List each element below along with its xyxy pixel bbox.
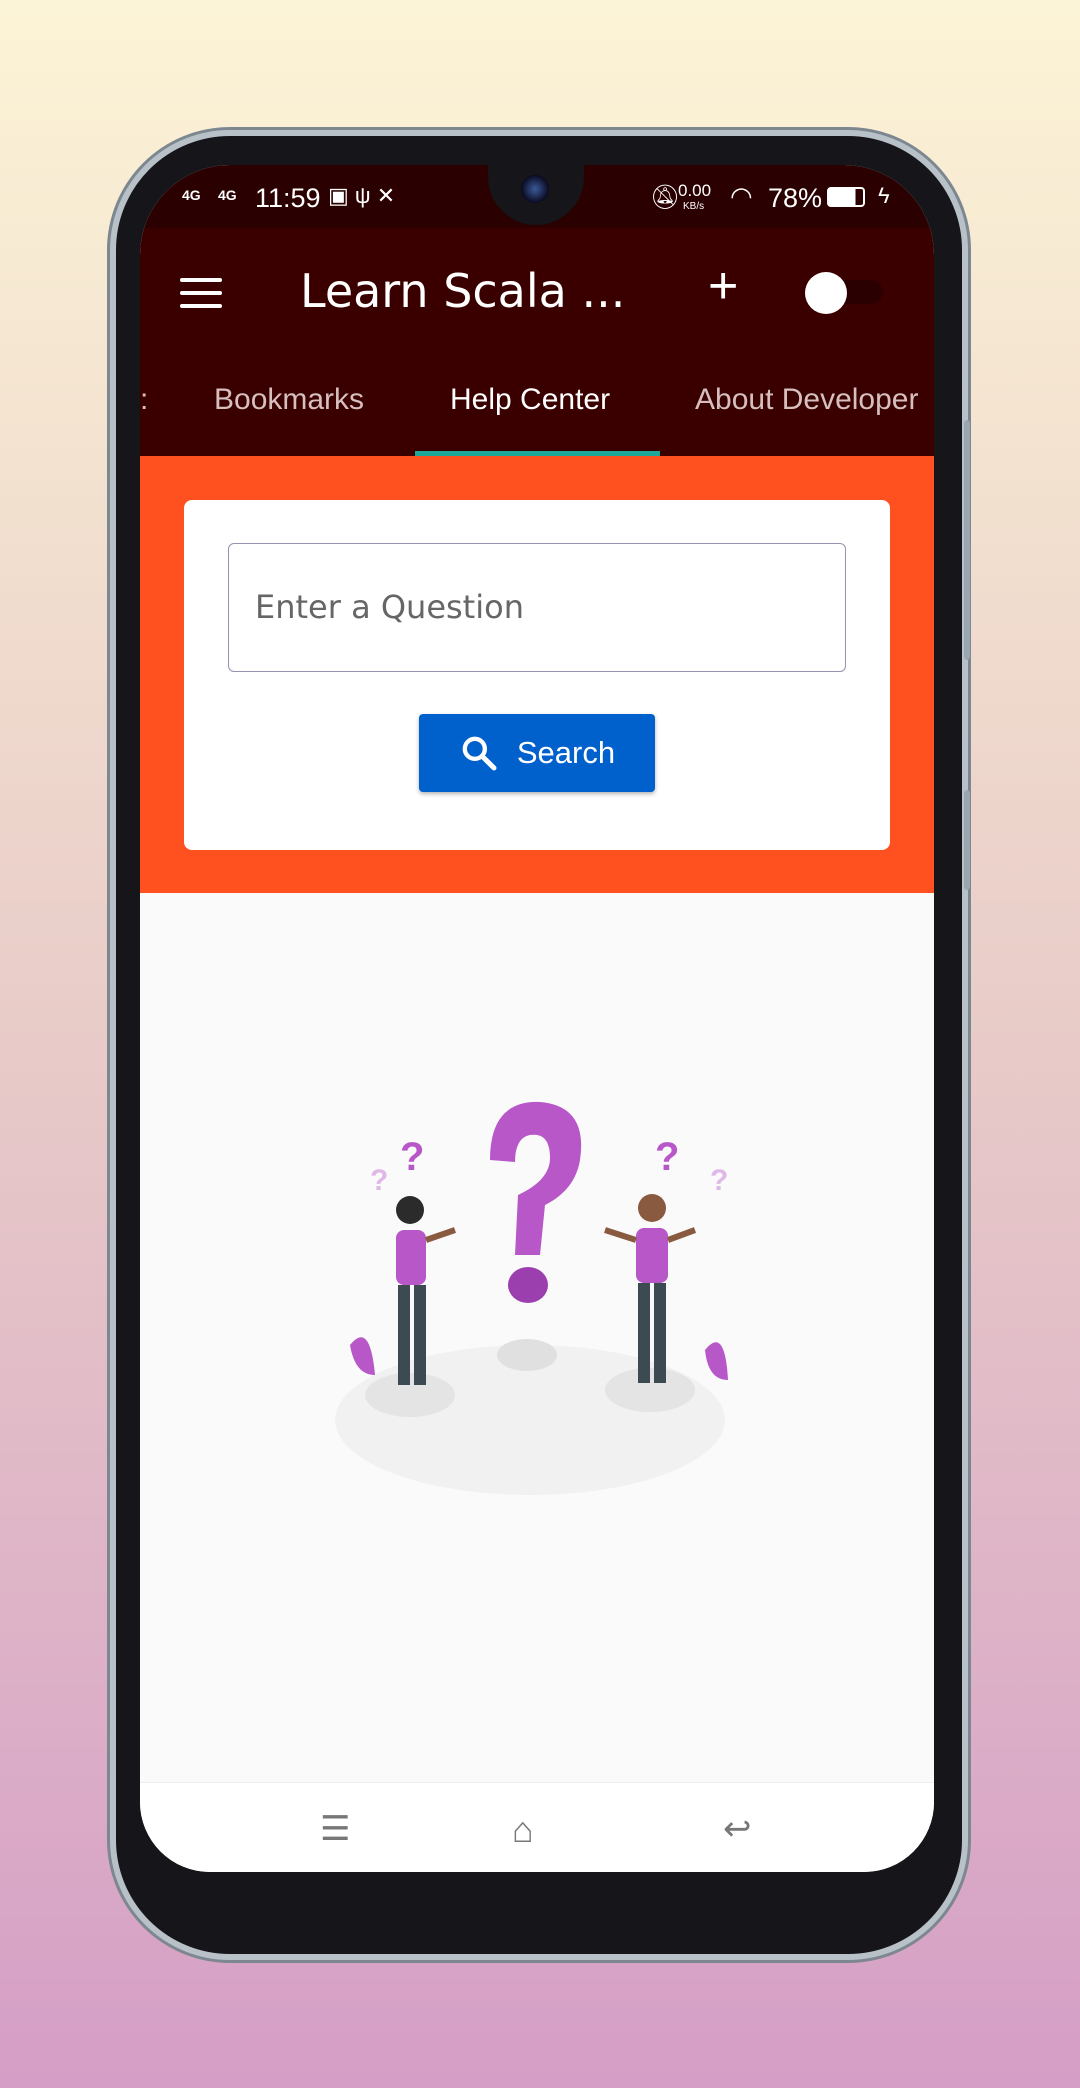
- camera: [521, 175, 549, 203]
- search-button[interactable]: Search: [419, 714, 655, 792]
- signal-icon: 4G: [182, 187, 201, 203]
- battery-percent: 78%: [768, 183, 823, 213]
- question-input[interactable]: Enter a Question: [228, 543, 846, 672]
- clock: 11:59: [255, 183, 321, 213]
- system-nav-bar: ☰ ⌂ ↩: [140, 1782, 934, 1872]
- tab-bookmarks[interactable]: Bookmarks: [214, 383, 364, 417]
- home-icon[interactable]: ⌂: [512, 1809, 534, 1851]
- net-speed: 0.00: [678, 181, 712, 200]
- theme-toggle[interactable]: [805, 272, 885, 314]
- signal-icon-2: 4G: [218, 187, 237, 203]
- search-icon: [462, 736, 497, 771]
- usb-icon: ▣ ψ ✕: [328, 183, 396, 208]
- add-button[interactable]: +: [708, 256, 738, 316]
- recents-icon[interactable]: ☰: [320, 1809, 350, 1849]
- app-title: Learn Scala ...: [300, 264, 626, 318]
- net-unit: KB/s: [683, 201, 705, 212]
- search-card: Enter a Question Search: [184, 500, 890, 850]
- question-illustration: ? ? ? ?: [335, 1101, 728, 1495]
- bell-off-icon: 🔕︎: [650, 184, 681, 211]
- tab-about-developer[interactable]: About Developer: [695, 383, 918, 417]
- svg-text:?: ?: [710, 1164, 728, 1197]
- tab-help-center[interactable]: Help Center: [450, 383, 610, 417]
- search-section: Enter a Question Search: [140, 456, 934, 893]
- menu-icon[interactable]: [180, 278, 222, 308]
- svg-text:?: ?: [370, 1164, 388, 1197]
- search-button-label: Search: [516, 735, 616, 770]
- svg-text:?: ?: [400, 1135, 424, 1179]
- power-button: [964, 790, 970, 890]
- app-bar: Learn Scala ... + : Bookmarks Help Cente…: [140, 228, 934, 456]
- back-icon[interactable]: ↩: [723, 1809, 752, 1849]
- svg-text:?: ?: [655, 1135, 679, 1179]
- charging-icon: ϟ: [878, 183, 890, 208]
- battery-icon: [827, 187, 865, 207]
- wifi-icon: ◠: [730, 181, 753, 211]
- volume-button: [964, 420, 970, 660]
- screen: 4G 4G 11:59 ▣ ψ ✕ 🔕︎ 0.00 KB/s ◠ 78% ϟ L…: [140, 165, 934, 1872]
